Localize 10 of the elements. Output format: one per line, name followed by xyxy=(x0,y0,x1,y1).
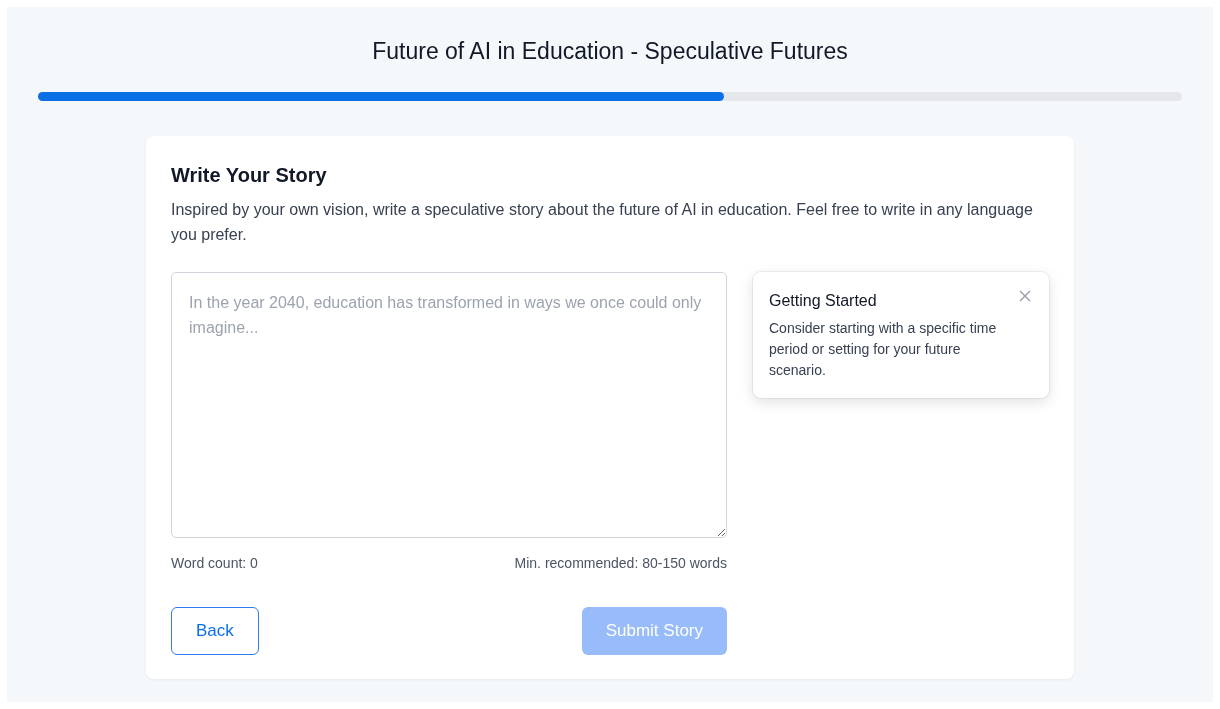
tip-title: Getting Started xyxy=(769,291,877,311)
story-field[interactable]: In the year 2040, education has transformed in ways we once could only imagine... xyxy=(171,272,727,538)
tip-text: Consider starting with a specific time period or setting for your future scenario. xyxy=(769,319,998,380)
instructions-text: Inspired by your own vision, write a speculative story about the future of AI in education. Feel free to write in any language you prefer. xyxy=(171,200,1034,245)
page-title: Future of AI in Education - Speculative Futures xyxy=(372,37,848,66)
section-heading: Write Your Story xyxy=(171,163,328,188)
back-button[interactable]: Back xyxy=(171,607,259,655)
word-count: Word count: 0 xyxy=(171,554,258,572)
close-icon[interactable] xyxy=(1019,290,1031,302)
recommendation-text: Min. recommended: 80-150 words xyxy=(514,554,727,572)
